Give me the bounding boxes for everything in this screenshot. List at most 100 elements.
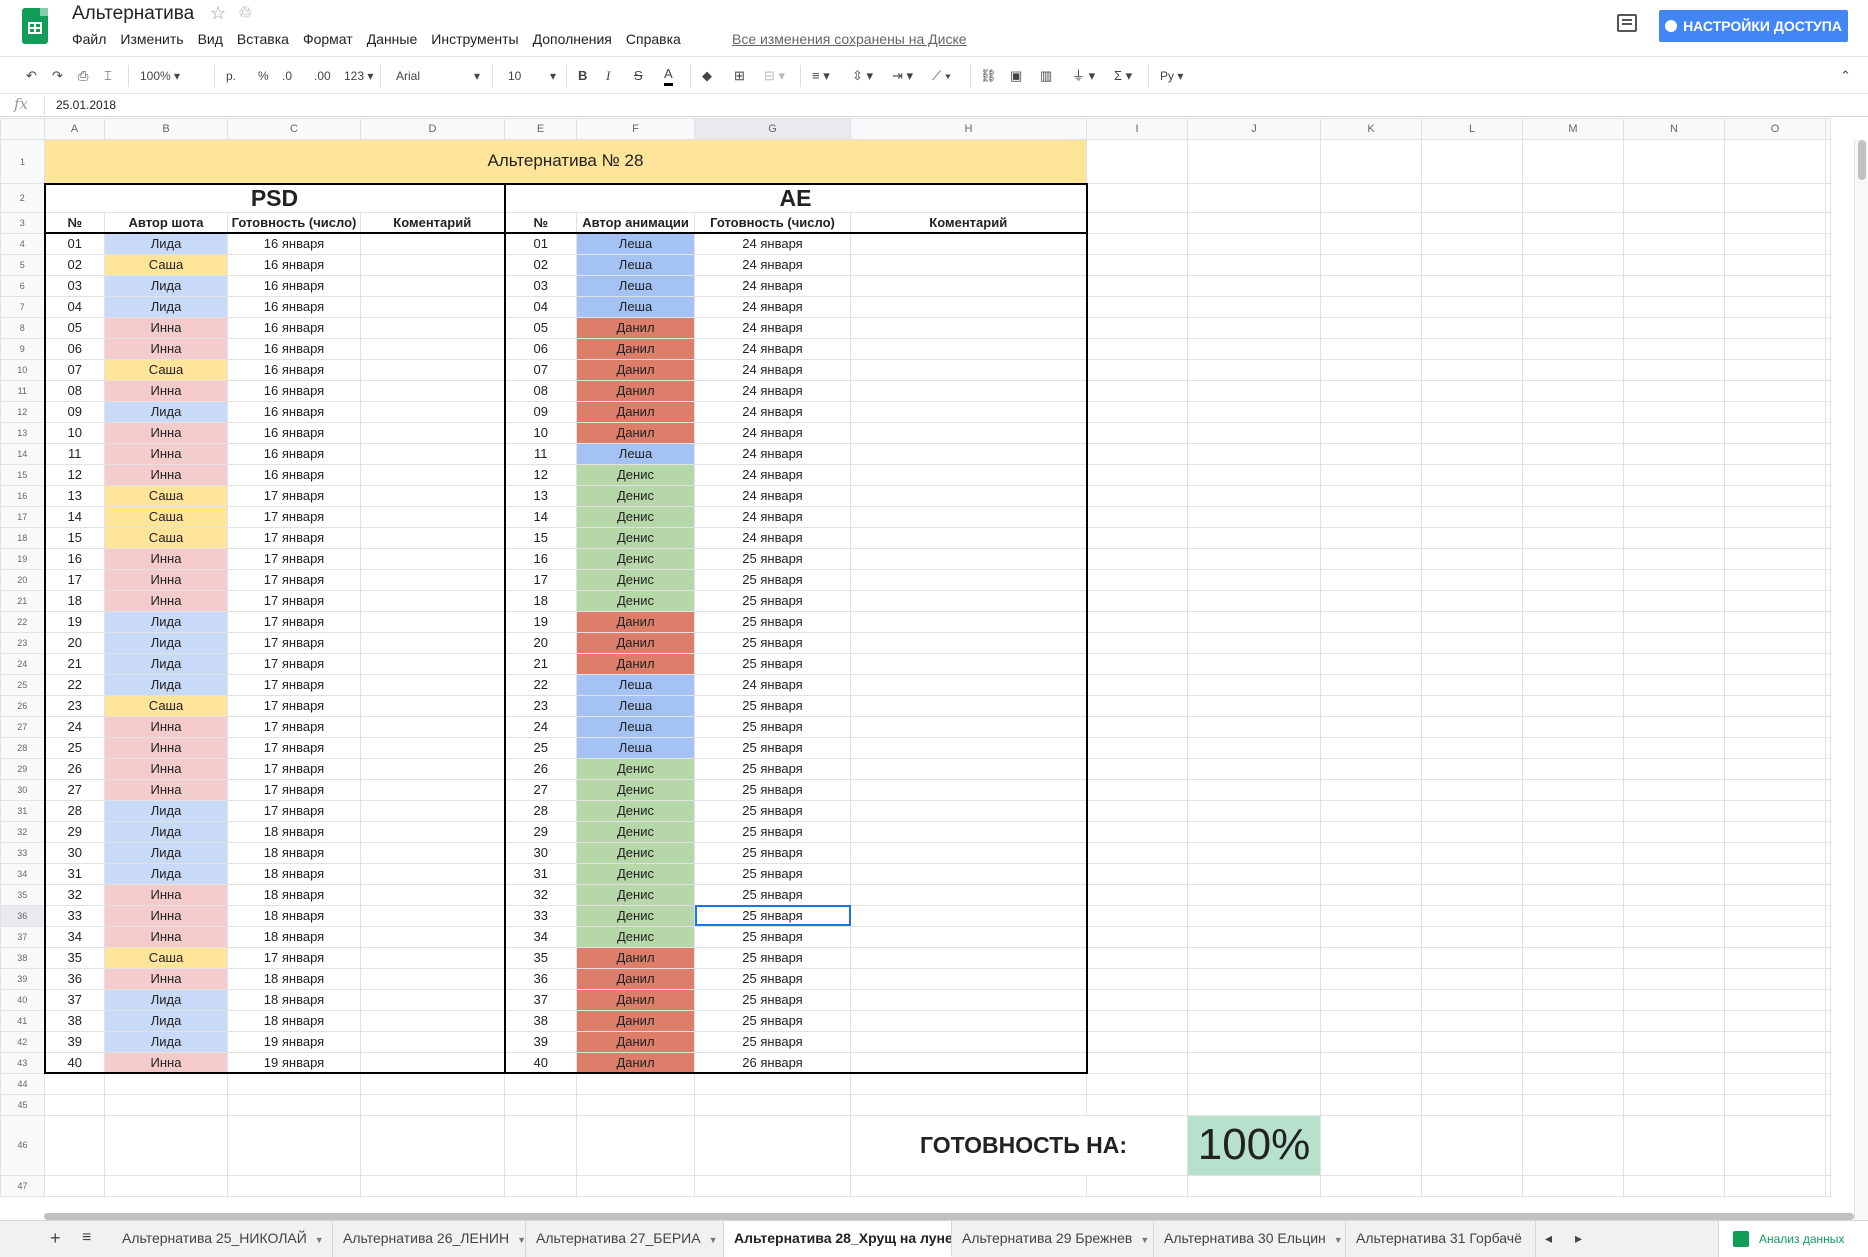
empty-cell[interactable] bbox=[1623, 547, 1725, 570]
decrease-decimals-button[interactable]: .0 bbox=[282, 66, 292, 86]
psd-ready-cell[interactable]: 16 января bbox=[227, 421, 361, 444]
tab-menu-icon[interactable]: ▼ bbox=[709, 1235, 718, 1245]
empty-cell[interactable] bbox=[1522, 1009, 1624, 1032]
ae-comment-cell[interactable] bbox=[850, 379, 1088, 402]
ae-author-cell[interactable]: Леша bbox=[576, 253, 695, 276]
row-header[interactable]: 19 bbox=[0, 547, 45, 570]
menu-item[interactable]: Формат bbox=[303, 31, 353, 47]
ae-ready-cell[interactable]: 25 января bbox=[694, 1009, 851, 1032]
column-header[interactable]: D bbox=[360, 118, 505, 140]
empty-cell[interactable] bbox=[1320, 904, 1422, 927]
empty-cell[interactable] bbox=[1421, 1093, 1523, 1116]
psd-author-cell[interactable]: Лида bbox=[104, 232, 228, 255]
empty-cell[interactable] bbox=[1086, 526, 1188, 549]
ae-author-cell[interactable]: Данил bbox=[576, 631, 695, 654]
paint-format-icon[interactable]: ⌶ bbox=[104, 66, 112, 86]
empty-cell[interactable] bbox=[1320, 946, 1422, 969]
empty-cell[interactable] bbox=[1086, 1072, 1188, 1095]
empty-cell[interactable] bbox=[1522, 904, 1624, 927]
ae-author-cell[interactable]: Леша bbox=[576, 715, 695, 738]
empty-cell[interactable] bbox=[1623, 610, 1725, 633]
row-header[interactable]: 42 bbox=[0, 1030, 45, 1053]
empty-cell[interactable] bbox=[1086, 463, 1188, 486]
empty-cell[interactable] bbox=[1421, 316, 1523, 339]
psd-ready-cell[interactable]: 16 января bbox=[227, 295, 361, 318]
empty-cell[interactable] bbox=[1522, 820, 1624, 843]
more-formats-button[interactable]: 123 ▾ bbox=[344, 66, 373, 86]
banner-cell[interactable]: Альтернатива № 28 bbox=[44, 139, 1087, 184]
psd-comment-cell[interactable] bbox=[360, 379, 506, 402]
empty-cell[interactable] bbox=[1086, 337, 1188, 360]
empty-cell[interactable] bbox=[1724, 799, 1826, 822]
empty-cell[interactable] bbox=[1623, 1072, 1725, 1095]
empty-cell[interactable] bbox=[1187, 358, 1321, 381]
ae-ready-cell[interactable]: 26 января bbox=[694, 1051, 851, 1074]
empty-cell[interactable] bbox=[1825, 589, 1831, 612]
row-header[interactable]: 8 bbox=[0, 316, 45, 339]
empty-cell[interactable] bbox=[1086, 904, 1188, 927]
psd-author-cell[interactable]: Лида bbox=[104, 820, 228, 843]
ae-header-cell[interactable]: Автор анимации bbox=[576, 211, 695, 234]
psd-number-cell[interactable]: 27 bbox=[43, 778, 105, 801]
empty-cell[interactable] bbox=[1724, 610, 1826, 633]
empty-cell[interactable] bbox=[1187, 526, 1321, 549]
menu-item[interactable]: Изменить bbox=[120, 31, 183, 47]
ae-ready-cell[interactable]: 25 января bbox=[694, 883, 851, 906]
empty-cell[interactable] bbox=[1825, 274, 1831, 297]
empty-cell[interactable] bbox=[1623, 757, 1725, 780]
ae-author-cell[interactable]: Данил bbox=[576, 1009, 695, 1032]
column-header[interactable]: A bbox=[44, 118, 105, 140]
ae-number-cell[interactable]: 05 bbox=[504, 316, 577, 339]
empty-cell[interactable] bbox=[1320, 379, 1422, 402]
ae-ready-cell[interactable]: 25 января bbox=[694, 568, 851, 591]
ae-comment-cell[interactable] bbox=[850, 988, 1088, 1011]
psd-comment-cell[interactable] bbox=[360, 757, 506, 780]
empty-cell[interactable] bbox=[1724, 631, 1826, 654]
ae-author-cell[interactable]: Денис bbox=[576, 799, 695, 822]
empty-cell[interactable] bbox=[44, 1093, 105, 1116]
ae-comment-cell[interactable] bbox=[850, 526, 1088, 549]
empty-cell[interactable] bbox=[1421, 610, 1523, 633]
ae-comment-cell[interactable] bbox=[850, 274, 1088, 297]
empty-cell[interactable] bbox=[1825, 337, 1831, 360]
psd-number-cell[interactable]: 36 bbox=[43, 967, 105, 990]
empty-cell[interactable] bbox=[1724, 820, 1826, 843]
empty-cell[interactable] bbox=[1187, 883, 1321, 906]
ae-comment-cell[interactable] bbox=[850, 421, 1088, 444]
empty-cell[interactable] bbox=[1320, 883, 1422, 906]
empty-cell[interactable] bbox=[1320, 988, 1422, 1011]
empty-cell[interactable] bbox=[1421, 1174, 1523, 1197]
empty-cell[interactable] bbox=[1522, 442, 1624, 465]
ae-comment-cell[interactable] bbox=[850, 505, 1088, 528]
empty-cell[interactable] bbox=[1320, 1072, 1422, 1095]
empty-cell[interactable] bbox=[1187, 904, 1321, 927]
psd-author-cell[interactable]: Инна bbox=[104, 778, 228, 801]
empty-cell[interactable] bbox=[1421, 400, 1523, 423]
ae-ready-cell[interactable]: 24 января bbox=[694, 673, 851, 696]
empty-cell[interactable] bbox=[1522, 778, 1624, 801]
empty-cell[interactable] bbox=[1724, 673, 1826, 696]
empty-cell[interactable] bbox=[1187, 211, 1321, 234]
column-header[interactable]: G bbox=[694, 118, 851, 140]
empty-cell[interactable] bbox=[1421, 904, 1523, 927]
empty-cell[interactable] bbox=[1086, 400, 1188, 423]
sheet-tab[interactable]: Альтернатива 30 Ельцин ▼ bbox=[1154, 1221, 1346, 1257]
horizontal-scrollbar[interactable] bbox=[44, 1213, 1854, 1220]
format-percent-button[interactable]: % bbox=[258, 66, 269, 86]
psd-author-cell[interactable]: Лида bbox=[104, 1009, 228, 1032]
psd-ready-cell[interactable]: 18 января bbox=[227, 904, 361, 927]
ae-number-cell[interactable]: 29 bbox=[504, 820, 577, 843]
empty-cell[interactable] bbox=[1825, 379, 1831, 402]
empty-cell[interactable] bbox=[1623, 694, 1725, 717]
empty-cell[interactable] bbox=[1623, 505, 1725, 528]
psd-comment-cell[interactable] bbox=[360, 526, 506, 549]
empty-cell[interactable] bbox=[1522, 139, 1624, 184]
psd-number-cell[interactable]: 37 bbox=[43, 988, 105, 1011]
empty-cell[interactable] bbox=[1623, 379, 1725, 402]
empty-cell[interactable] bbox=[1724, 337, 1826, 360]
empty-cell[interactable] bbox=[1825, 568, 1831, 591]
empty-cell[interactable] bbox=[1522, 988, 1624, 1011]
ae-number-cell[interactable]: 38 bbox=[504, 1009, 577, 1032]
row-header[interactable]: 6 bbox=[0, 274, 45, 297]
psd-ready-cell[interactable]: 17 января bbox=[227, 652, 361, 675]
